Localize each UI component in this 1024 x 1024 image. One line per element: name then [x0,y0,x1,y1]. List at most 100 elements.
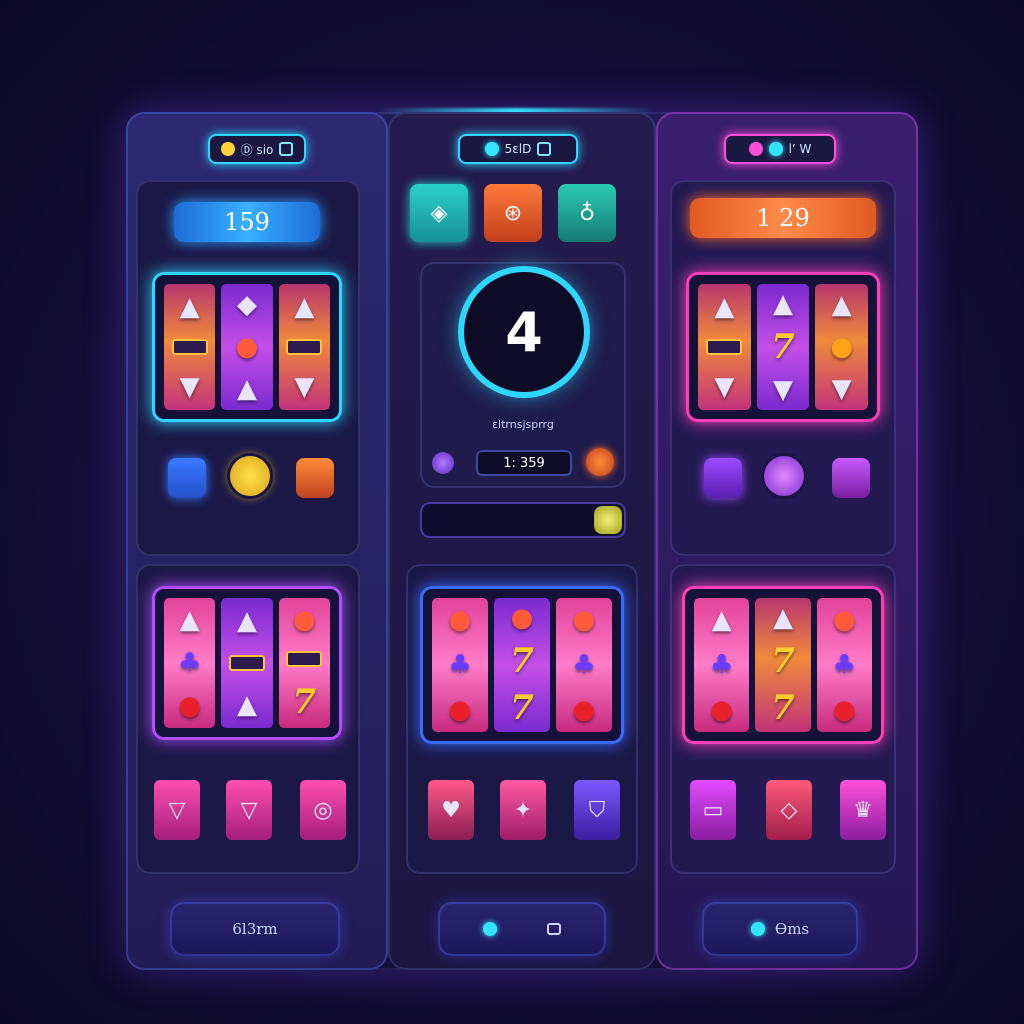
reel: ▲ ● ▼ [815,284,869,410]
cherry-icon: ● [178,691,201,722]
left-card-3[interactable]: ◎ [300,780,346,840]
reel: ▲ ▼ [278,284,330,410]
left-bet-button[interactable] [296,458,334,498]
middle-lower-reels: ● ♣ ● ● 7 7 ● ♣ ● [420,586,624,744]
left-lower-reels: ▲ ♣ ● ▲ ▲ ● 7 [152,586,342,740]
right-balance: 1 29 [690,198,876,238]
reel: ● ♣ ● [816,598,872,732]
triangle-icon: ▼ [831,374,852,404]
bag-icon: ♁ [578,200,596,226]
grape-icon: ♣ [448,649,472,680]
cherry-icon: ● [448,605,472,636]
cherry-icon: ● [832,694,856,725]
reel: ● 7 [278,598,330,728]
middle-small-right-button[interactable] [586,448,614,476]
coin-tile[interactable]: ⊛ [484,184,542,242]
right-machine: l’ W 1 29 ▲ ▼ ▲ 7 ▼ ▲ ● ▼ ▲ ♣ ● ▲ 7 7 ● ♣ ● ▭ ◇ ♛ Ɵ… [656,112,918,970]
cherry-icon: ● [510,602,534,633]
reel: ◆ ● ▲ [221,284,273,410]
diamond-icon: ◇ [780,797,798,823]
right-card-3[interactable]: ♛ [840,780,886,840]
reel: ● ♣ ● [432,598,488,732]
left-card-2[interactable]: ▽ [226,780,272,840]
grape-icon: ♣ [832,649,856,680]
right-card-1[interactable]: ▭ [690,780,736,840]
reel: ▲ ▼ [698,284,751,410]
middle-bottom-button[interactable] [438,902,606,956]
orange-icon: ● [830,332,854,362]
left-bottom-button[interactable]: 6l3rm [170,902,340,956]
heart-icon: ♥ [441,797,461,823]
cherry-icon: ● [832,605,856,636]
triangle-icon: ▲ [236,689,257,720]
middle-machine: 5ɛlD ◈ ⊛ ♁ 4 ɛltrnsjsprrg 1: 359 ● ♣ ● ● 7 7… [388,112,656,970]
right-card-2[interactable]: ◇ [766,780,812,840]
right-bet-button[interactable] [832,458,870,498]
counter-value: 4 [505,300,543,364]
counter-ring: 4 [464,272,584,392]
cherry-icon: ● [448,694,472,725]
triangle-icon: ▼ [714,372,735,403]
triangle-icon: ▼ [294,372,315,403]
status-dot-icon [484,142,499,156]
bar-icon [228,654,265,671]
triangle-icon: ▲ [831,290,852,320]
left-spin-button[interactable] [230,456,270,496]
seven-icon: 7 [771,640,795,681]
middle-card-2[interactable]: ✦ [500,780,546,840]
menu-icon [279,142,294,156]
middle-top-chip-label: 5ɛlD [504,142,532,156]
middle-value-display: 1: 359 [476,450,572,476]
middle-top-chip[interactable]: 5ɛlD [458,134,578,164]
middle-card-1[interactable]: ♥ [428,780,474,840]
triangle-icon: ▽ [168,797,186,823]
coin-icon [220,142,235,156]
seven-icon: 7 [771,326,795,367]
reel: ▲ ▼ [164,284,216,410]
triangle-icon: ▲ [236,374,257,404]
left-upper-reels: ▲ ▼ ◆ ● ▲ ▲ ▼ [152,272,342,422]
seven-icon: 7 [510,640,534,681]
reel: ▲ ♣ ● [164,598,216,728]
bar-icon [171,338,208,355]
right-spin-button[interactable] [764,456,804,496]
bag-tile[interactable]: ♁ [558,184,616,242]
left-card-1[interactable]: ▽ [154,780,200,840]
triangle-icon: ▲ [714,291,735,322]
reel: ● 7 7 [494,598,550,732]
diamond-icon: ◈ [430,200,448,226]
right-top-chip-label: l’ W [788,142,812,156]
triangle-icon: ▲ [772,602,793,633]
right-bottom-button[interactable]: Ɵms [702,902,858,956]
ring-icon: ◎ [313,797,333,823]
gem-icon: ◆ [236,290,257,320]
square-icon [547,923,561,935]
bar-icon [286,651,323,667]
triangle-icon: ▲ [179,604,200,635]
reel: ▲ 7 ▼ [756,284,810,410]
triangle-icon: ▲ [179,291,200,322]
counter-caption: ɛltrnsjsprrg [492,418,554,431]
grape-icon: ♣ [178,647,202,678]
left-bottom-label: 6l3rm [232,920,278,938]
triangle-icon: ▲ [773,288,793,319]
middle-progress-bar [420,502,626,538]
cherry-icon: ● [292,605,316,635]
middle-small-left-button[interactable] [432,452,454,474]
right-grid-button[interactable] [704,458,742,498]
diamond-tile[interactable]: ◈ [410,184,468,242]
left-top-chip[interactable]: Ⓓ sio [208,134,306,164]
triangle-icon: ▲ [711,605,732,636]
right-balance-value: 1 29 [756,204,810,232]
triangle-icon: ▲ [294,291,315,322]
middle-card-3[interactable]: ⛉ [574,780,620,840]
bar-icon [706,338,743,355]
shield-icon: ⛉ [588,797,606,823]
reel: ▲ ▲ [221,598,273,728]
right-top-chip[interactable]: l’ W [724,134,836,164]
left-grid-button[interactable] [168,458,206,498]
progress-knob-icon[interactable] [594,506,622,534]
seven-icon: 7 [771,688,795,729]
right-upper-reels: ▲ ▼ ▲ 7 ▼ ▲ ● ▼ [686,272,880,422]
left-machine: Ⓓ sio 159 ▲ ▼ ◆ ● ▲ ▲ ▼ ▲ ♣ ● ▲ ▲ ● 7 ▽ ▽ ◎ 6l3r… [126,112,388,970]
